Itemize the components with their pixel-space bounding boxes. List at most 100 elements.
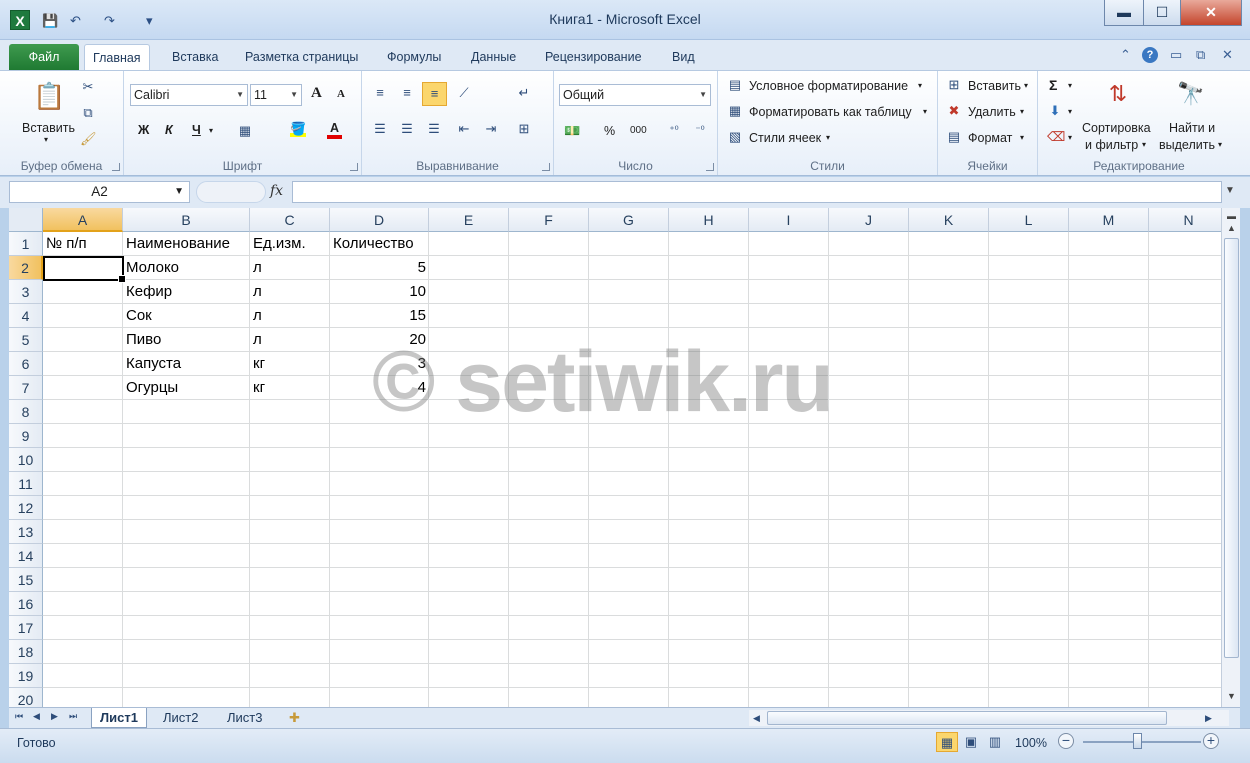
scroll-up-icon[interactable]: ▲ [1223,220,1240,237]
row-header-13[interactable]: 13 [9,520,43,544]
row-header-10[interactable]: 10 [9,448,43,472]
wrap-text-icon[interactable]: ↵ [516,85,532,101]
first-sheet-icon[interactable]: ⏮ [15,711,23,722]
tab-home[interactable]: Главная [84,44,150,70]
row-header-2[interactable]: 2 [9,256,43,280]
cell-styles-icon[interactable]: ▧ [727,129,743,145]
column-header-f[interactable]: F [509,208,589,232]
cell-c4[interactable]: л [250,304,265,328]
zoom-out-icon[interactable]: − [1058,733,1074,749]
font-color-icon[interactable]: A [327,121,343,139]
grow-font-icon[interactable]: A [311,85,322,102]
doc-minimize-icon[interactable]: ▭ [1170,47,1182,63]
next-sheet-icon[interactable]: ▶ [51,711,58,722]
row-header-1[interactable]: 1 [9,232,43,256]
row-header-7[interactable]: 7 [9,376,43,400]
insert-sheet-icon[interactable]: ✚ [281,708,308,728]
accounting-format-icon[interactable]: 💵 [564,123,580,139]
column-header-l[interactable]: L [989,208,1069,232]
maximize-button[interactable]: ☐ [1143,0,1181,26]
insert-cells-dropdown-icon[interactable]: ▾ [1024,81,1028,90]
cell-d6[interactable]: 3 [330,352,429,376]
cell-c6[interactable]: кг [250,352,268,376]
tab-review[interactable]: Рецензирование [537,44,650,70]
row-header-12[interactable]: 12 [9,496,43,520]
tab-view[interactable]: Вид [664,44,703,70]
cell-a1[interactable]: № п/п [43,232,90,256]
format-as-table-icon[interactable]: ▦ [727,103,743,119]
autosum-icon[interactable]: Σ [1049,77,1057,93]
horizontal-scrollbar[interactable]: ◀ ▶ [749,710,1229,726]
find-select-button-line2[interactable]: выделить [1159,138,1215,152]
font-size-select[interactable]: 11 ▼ [250,84,302,106]
cell-d2[interactable]: 5 [330,256,429,280]
decrease-decimal-icon[interactable]: ⁻⁰ [692,123,708,139]
active-cell-a2[interactable] [43,256,126,283]
clear-icon[interactable]: ⌫ [1047,129,1065,145]
find-select-button-line1[interactable]: Найти и [1169,121,1215,135]
row-header-5[interactable]: 5 [9,328,43,352]
fill-color-icon[interactable]: 🪣 [290,121,306,137]
align-right-icon[interactable]: ☰ [426,121,442,137]
alignment-launcher-icon[interactable] [542,163,550,171]
align-middle-icon[interactable]: ≡ [399,85,415,101]
page-break-view-icon[interactable]: ▥ [984,732,1006,752]
sort-filter-button-line2[interactable]: и фильтр [1085,138,1138,152]
cell-b4[interactable]: Сок [123,304,155,328]
cell-styles-dropdown-icon[interactable]: ▾ [826,133,830,142]
format-cells-dropdown-icon[interactable]: ▾ [1020,133,1024,142]
text-orientation-icon[interactable]: ⟋ [456,85,472,101]
font-name-select[interactable]: Calibri ▼ [130,84,248,106]
prev-sheet-icon[interactable]: ◀ [33,711,40,722]
conditional-format-button[interactable]: Условное форматирование [749,79,908,93]
copy-icon[interactable]: ⧉ [80,105,96,121]
cell-c7[interactable]: кг [250,376,268,400]
column-header-d[interactable]: D [330,208,429,232]
italic-button[interactable]: К [165,123,173,137]
binoculars-icon[interactable]: 🔭 [1174,79,1208,109]
column-header-n[interactable]: N [1149,208,1221,232]
align-center-icon[interactable]: ☰ [399,121,415,137]
cell-d3[interactable]: 10 [330,280,429,304]
row-header-17[interactable]: 17 [9,616,43,640]
doc-close-icon[interactable]: ✕ [1222,47,1233,63]
column-header-j[interactable]: J [829,208,909,232]
bold-button[interactable]: Ж [138,123,149,137]
zoom-slider-track[interactable] [1083,741,1201,743]
delete-cells-button[interactable]: Удалить [968,105,1016,119]
delete-cells-icon[interactable]: ✖ [946,103,962,119]
format-painter-icon[interactable]: 🖌 [80,131,97,147]
cell-b2[interactable]: Молоко [123,256,182,280]
align-top-icon[interactable]: ≡ [372,85,388,101]
row-header-3[interactable]: 3 [9,280,43,304]
row-header-6[interactable]: 6 [9,352,43,376]
column-header-m[interactable]: M [1069,208,1149,232]
find-select-dropdown-icon[interactable]: ▾ [1218,140,1222,149]
delete-cells-dropdown-icon[interactable]: ▾ [1020,107,1024,116]
column-header-a[interactable]: A [43,208,123,232]
horizontal-scroll-thumb[interactable] [767,711,1167,725]
cell-c1[interactable]: Ед.изм. [250,232,309,256]
cell-b5[interactable]: Пиво [123,328,164,352]
fill-dropdown-icon[interactable]: ▾ [1068,107,1072,116]
clear-dropdown-icon[interactable]: ▾ [1068,133,1072,142]
conditional-format-icon[interactable]: ▤ [727,77,743,93]
font-launcher-icon[interactable] [350,163,358,171]
expand-formula-icon[interactable]: ▼ [1225,185,1235,196]
row-header-8[interactable]: 8 [9,400,43,424]
tab-page-layout[interactable]: Разметка страницы [237,44,366,70]
thousands-button[interactable]: 000 [630,125,647,136]
row-header-11[interactable]: 11 [9,472,43,496]
cell-c5[interactable]: л [250,328,265,352]
cell-d1[interactable]: Количество [330,232,417,256]
tab-file[interactable]: Файл [9,44,79,70]
number-format-select[interactable]: Общий ▼ [559,84,711,106]
minimize-ribbon-icon[interactable]: ⌃ [1120,47,1131,63]
tab-insert[interactable]: Вставка [164,44,226,70]
select-all-corner[interactable] [9,208,43,232]
increase-indent-icon[interactable]: ⇥ [483,121,499,137]
minimize-button[interactable]: ▬ [1104,0,1144,26]
help-icon[interactable]: ? [1142,47,1158,63]
cell-d7[interactable]: 4 [330,376,429,400]
autosum-dropdown-icon[interactable]: ▾ [1068,81,1072,90]
